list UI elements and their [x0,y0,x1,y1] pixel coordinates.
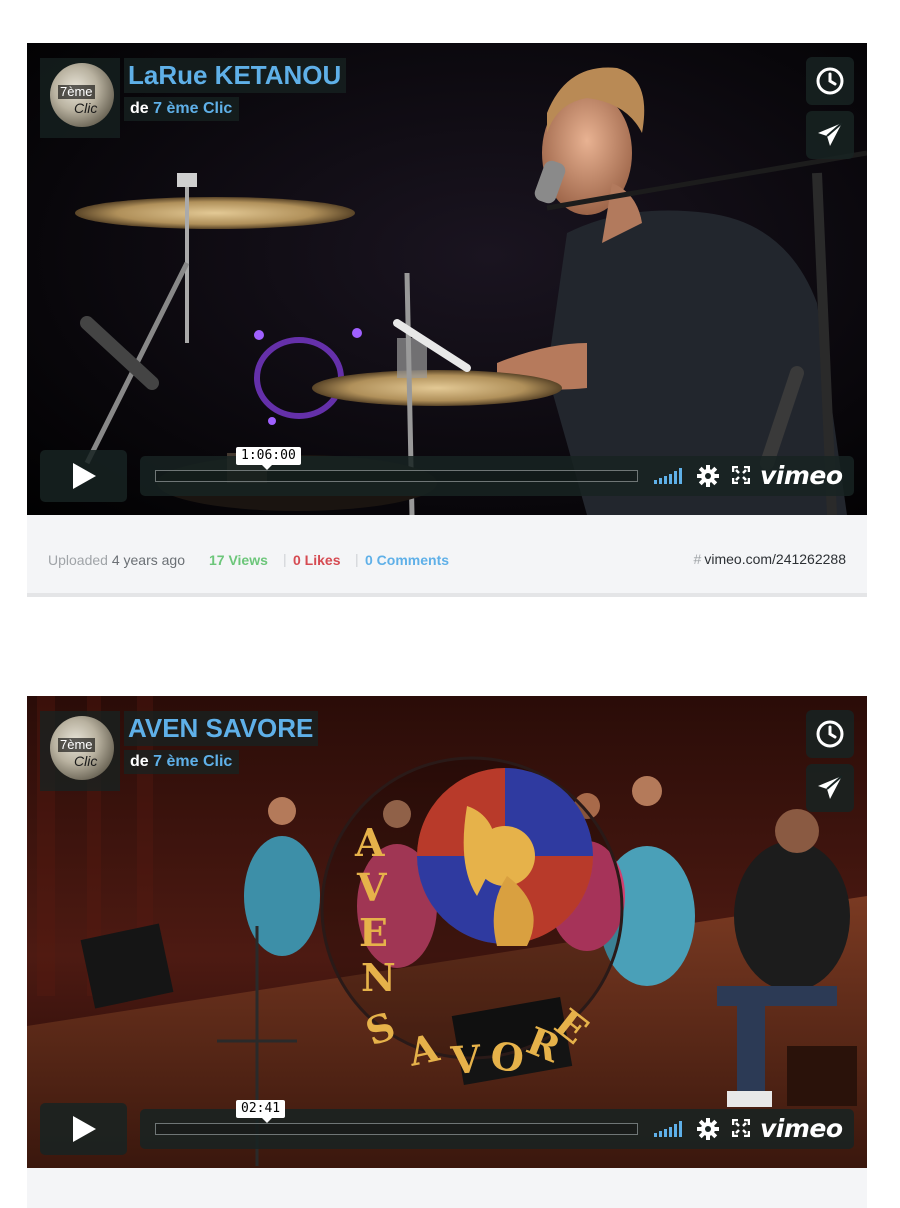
volume-bars-icon[interactable] [654,468,686,484]
portrait-label-secondary: Clic [74,100,98,116]
video-card: 7ème Clic LaRue KETANOU de 7 ème Clic 1:… [27,43,867,597]
byline-prefix: de [130,100,149,117]
progress-bar[interactable]: 02:41 [155,1100,638,1135]
portrait-label-secondary: Clic [74,753,98,769]
gear-icon[interactable] [697,465,719,487]
upload-info: Uploaded 4 years ago [48,552,185,568]
upload-prefix: Uploaded [48,552,108,568]
video-meta: Uploaded 4 years ago 17 Views | 0 Likes … [27,515,867,597]
video-title-text[interactable]: LaRue KETANOU [128,60,341,90]
avatar: 7ème Clic [50,63,114,127]
upload-time: 4 years ago [111,552,185,568]
views-count[interactable]: 17 Views [209,552,268,568]
timecode: 1:06:00 [236,447,301,470]
video-player[interactable]: 7ème Clic LaRue KETANOU de 7 ème Clic 1:… [27,43,867,515]
author-portrait[interactable]: 7ème Clic [40,711,120,791]
video-url[interactable]: # vimeo.com/241262288 [694,551,846,567]
video-meta [27,1168,867,1208]
vimeo-logo[interactable]: vimeo [760,461,843,490]
video-url-text[interactable]: vimeo.com/241262288 [704,551,846,567]
logo-letter: N [361,955,396,1000]
byline: de 7 ème Clic [124,750,240,774]
author-link[interactable]: 7 ème Clic [153,753,232,770]
timecode: 02:41 [236,1100,286,1123]
logo-letter: V [356,865,388,910]
play-button[interactable] [40,450,127,502]
clock-icon [816,67,844,95]
comments-count[interactable]: 0 Comments [365,552,449,568]
byline-prefix: de [130,753,149,770]
fullscreen-icon[interactable] [732,1119,750,1137]
logo-letter: A [354,820,385,865]
clock-icon [816,720,844,748]
video-title[interactable]: LaRue KETANOU [124,58,347,93]
watch-later-button[interactable] [806,710,854,758]
fullscreen-icon[interactable] [732,466,750,484]
player-controls: 1:06:00 vimeo [40,447,854,502]
paper-plane-icon [818,122,843,146]
player-controls: 02:41 vimeo [40,1100,854,1155]
gear-icon[interactable] [697,1118,719,1140]
logo-letter: E [359,910,388,955]
play-button[interactable] [40,1103,127,1155]
divider: | [355,551,359,567]
volume-bars-icon[interactable] [654,1121,686,1137]
share-button[interactable] [806,764,854,812]
video-title[interactable]: AVEN SAVORE [124,711,319,746]
progress-bar[interactable]: 1:06:00 [155,447,638,482]
hash-icon: # [693,551,702,567]
vimeo-logo[interactable]: vimeo [760,1114,843,1143]
likes-count[interactable]: 0 Likes [293,552,340,568]
video-card: A V E N S A V O R E 7ème Clic AVEN SAVOR… [27,696,867,1208]
avatar: 7ème Clic [50,716,114,780]
watch-later-button[interactable] [806,57,854,105]
share-button[interactable] [806,111,854,159]
control-bar: 02:41 vimeo [140,1100,854,1149]
portrait-label: 7ème [58,737,95,752]
byline: de 7 ème Clic [124,97,240,121]
divider: | [283,551,287,567]
play-icon [72,463,96,489]
author-link[interactable]: 7 ème Clic [153,100,232,117]
author-portrait[interactable]: 7ème Clic [40,58,120,138]
paper-plane-icon [818,775,843,799]
play-icon [72,1116,96,1142]
control-bar: 1:06:00 vimeo [140,447,854,496]
logo-letter: V [448,1036,483,1083]
video-title-text[interactable]: AVEN SAVORE [128,713,313,743]
video-player[interactable]: A V E N S A V O R E 7ème Clic AVEN SAVOR… [27,696,867,1168]
portrait-label: 7ème [58,84,95,99]
